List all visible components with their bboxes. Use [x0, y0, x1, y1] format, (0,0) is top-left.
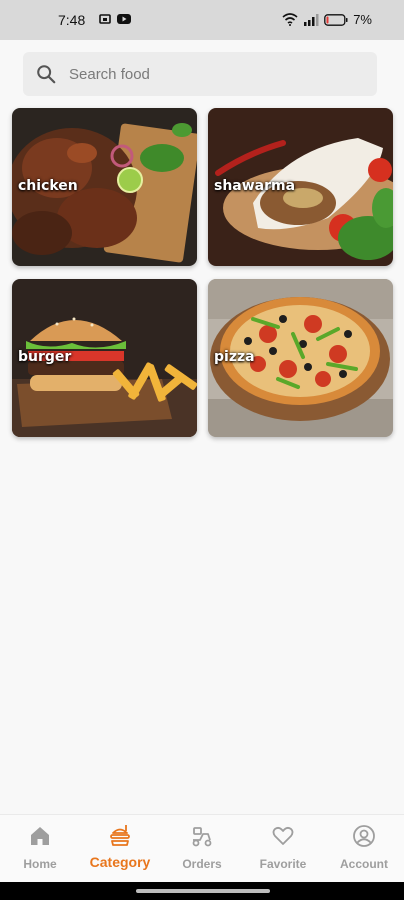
- category-grid: chicken shawarma burger pizza: [12, 108, 393, 438]
- search-bar[interactable]: [23, 52, 377, 96]
- nav-label: Favorite: [259, 857, 307, 871]
- bottom-navigation: Home Category Orders Favorite Account: [0, 814, 404, 882]
- heart-icon: [272, 826, 294, 845]
- home-icon: [31, 827, 49, 845]
- category-card-pizza[interactable]: pizza: [208, 279, 393, 437]
- search-input[interactable]: [69, 65, 349, 83]
- category-icon: [110, 825, 130, 846]
- battery-icon: [324, 13, 348, 26]
- battery-percent: 7%: [353, 12, 372, 27]
- notification-icon: [99, 14, 111, 24]
- youtube-icon: [117, 14, 131, 24]
- nav-item-category[interactable]: Category: [80, 815, 160, 883]
- status-indicators: 7%: [282, 12, 372, 27]
- home-indicator[interactable]: [136, 889, 270, 893]
- nav-item-account[interactable]: Account: [324, 815, 404, 883]
- category-label: chicken: [18, 178, 78, 194]
- category-card-chicken[interactable]: chicken: [12, 108, 197, 266]
- category-label: pizza: [214, 349, 255, 365]
- nav-label: Orders: [182, 857, 222, 871]
- nav-label: Account: [340, 857, 388, 871]
- system-gesture-bar: [0, 882, 404, 900]
- nav-label: Category: [89, 854, 151, 870]
- orders-icon: [192, 827, 212, 847]
- nav-item-orders[interactable]: Orders: [162, 815, 242, 883]
- status-bar: 7:48 7%: [0, 0, 404, 40]
- status-time: 7:48: [58, 12, 86, 28]
- category-label: burger: [18, 349, 72, 365]
- wifi-icon: [282, 13, 298, 26]
- category-label: shawarma: [214, 178, 296, 194]
- category-card-burger[interactable]: burger: [12, 279, 197, 437]
- account-icon: [353, 825, 375, 847]
- nav-item-home[interactable]: Home: [0, 815, 80, 883]
- category-card-shawarma[interactable]: shawarma: [208, 108, 393, 266]
- nav-label: Home: [23, 857, 57, 871]
- nav-item-favorite[interactable]: Favorite: [243, 815, 323, 883]
- search-icon: [37, 65, 56, 84]
- signal-icon: [304, 13, 319, 26]
